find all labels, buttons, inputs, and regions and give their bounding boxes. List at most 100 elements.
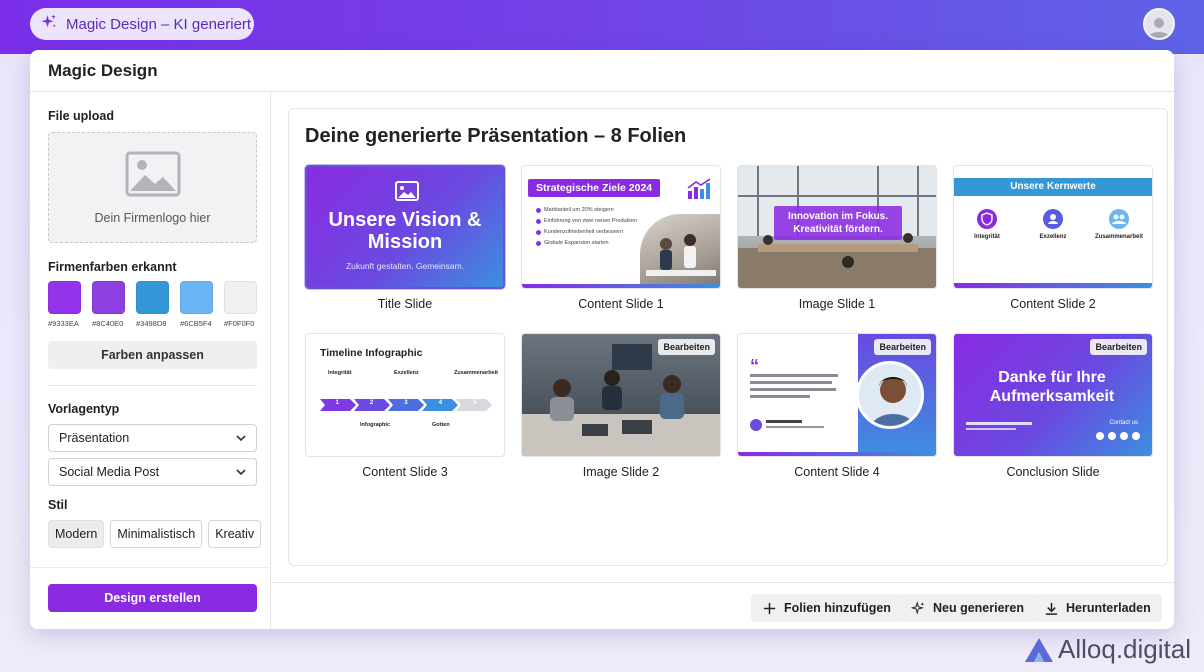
download-button[interactable]: Herunterladen — [1033, 594, 1162, 622]
chevron-down-icon — [236, 435, 246, 441]
slide-label: Conclusion Slide — [1006, 465, 1100, 479]
bullet-text: Globale Expansion starten — [544, 240, 609, 246]
file-upload-label: File upload — [48, 109, 114, 123]
timeline-number: 2 — [369, 400, 374, 406]
select-value: Präsentation — [59, 431, 130, 445]
create-design-button[interactable]: Design erstellen — [48, 584, 257, 612]
color-swatches: #9333EA #8C40E0 #3498D8 #6CB5F4 #F0F0F0 — [48, 281, 257, 328]
plus-icon — [763, 602, 776, 614]
slide-label: Image Slide 2 — [582, 465, 660, 479]
slide-content-1[interactable]: Strategische Ziele 2024 Marktanteil um 2… — [521, 165, 721, 311]
brand-name: Alloq.digital — [1058, 634, 1191, 664]
sidebar: File upload Dein Firmenlogo hier Firmenf… — [30, 92, 271, 629]
regenerate-label: Neu generieren — [933, 601, 1025, 615]
style-label: Stil — [48, 498, 68, 512]
chevron-down-icon — [236, 469, 246, 475]
pill-label: Magic Design – KI generiert — [66, 15, 252, 33]
style-minimal-button[interactable]: Minimalistisch — [110, 520, 203, 548]
color-chip — [92, 281, 125, 314]
slide-image-1[interactable]: Innovation im Fokus. Kreativität fördern… — [737, 165, 937, 311]
slide-subheading: Zukunft gestalten. Gemeinsam. — [345, 261, 465, 271]
color-chip — [136, 281, 169, 314]
slide-title[interactable]: Unsere Vision & Mission Zukunft gestalte… — [305, 165, 505, 311]
adjust-colors-button[interactable]: Farben anpassen — [48, 341, 257, 369]
slide-conclusion[interactable]: Danke für Ihre Aufmerksamkeit Contact us… — [953, 333, 1153, 479]
color-swatch[interactable]: #8C40E0 — [92, 281, 125, 328]
slide-label: Content Slide 2 — [1010, 297, 1096, 311]
color-swatch[interactable]: #6CB5F4 — [180, 281, 213, 328]
color-swatch[interactable]: #F0F0F0 — [224, 281, 257, 328]
template-select-social[interactable]: Social Media Post — [48, 458, 257, 486]
slide-label: Content Slide 4 — [794, 465, 880, 479]
timeline-step: Exzellenz — [394, 370, 419, 376]
upload-placeholder-text: Dein Firmenlogo hier — [94, 210, 211, 225]
slide-label: Image Slide 1 — [798, 297, 876, 311]
user-avatar[interactable] — [1143, 8, 1175, 40]
image-icon — [395, 181, 419, 201]
slide-content-4[interactable]: “ Bearbeiten Content Slide 4 — [737, 333, 937, 479]
timeline-step: Integrität — [328, 370, 352, 376]
brand-mark-icon — [1025, 637, 1053, 662]
regenerate-button[interactable]: Neu generieren — [900, 594, 1036, 622]
team-icon — [1043, 209, 1063, 229]
color-swatch[interactable]: #3498D8 — [136, 281, 169, 328]
timeline-number: 3 — [404, 400, 408, 406]
timeline-number: 5 — [473, 400, 477, 406]
color-chip — [48, 281, 81, 314]
author-avatar — [750, 419, 762, 431]
user-icon — [1148, 18, 1170, 38]
growth-chart-icon — [687, 178, 711, 199]
social-icons — [1096, 432, 1140, 440]
slide-heading: Timeline Infographic — [320, 347, 423, 359]
timeline-numbers: 1 2 3 4 5 — [320, 400, 492, 406]
timeline-step: Zusammenarbeit — [454, 370, 499, 376]
slide-heading: Unsere Kernwerte — [954, 178, 1152, 196]
add-slides-label: Folien hinzufügen — [784, 601, 891, 615]
slide-thumbnail: Innovation im Fokus. Kreativität fördern… — [737, 165, 937, 289]
edit-badge[interactable]: Bearbeiten — [874, 339, 931, 355]
presentation-title: Deine generierte Präsentation – 8 Folien — [305, 125, 687, 147]
add-slides-button[interactable]: Folien hinzufügen — [751, 594, 902, 622]
slide-label: Title Slide — [377, 297, 433, 311]
bullet-text: Einführung von zwei neuen Produkten — [544, 218, 637, 224]
twitter-icon — [1132, 432, 1140, 440]
action-footer: Folien hinzufügen Neu generieren Herunte… — [271, 582, 1174, 629]
contact-text-lines — [966, 422, 1032, 430]
slide-content-2[interactable]: Unsere Kernwerte Integrität Exzellenz Zu… — [953, 165, 1153, 311]
magic-design-pill[interactable]: Magic Design – KI generiert — [30, 8, 254, 40]
color-hex: #6CB5F4 — [180, 319, 212, 328]
color-hex: #9333EA — [48, 319, 79, 328]
slide-thumbnail: Timeline Infographic Integrität Exzellen… — [305, 333, 505, 457]
testimonial-text-lines — [750, 374, 838, 398]
person-photo — [856, 361, 924, 429]
color-hex: #8C40E0 — [92, 319, 124, 328]
style-creative-button[interactable]: Kreativ — [208, 520, 262, 548]
presentation-panel: Deine generierte Präsentation – 8 Folien… — [288, 108, 1168, 566]
slide-thumbnail: Strategische Ziele 2024 Marktanteil um 2… — [521, 165, 721, 289]
author-text-lines — [766, 420, 824, 428]
slide-heading: Strategische Ziele 2024 — [528, 179, 661, 197]
sparkle-icon — [911, 600, 925, 615]
slide-image-2[interactable]: Bearbeiten Image Slide 2 — [521, 333, 721, 479]
style-modern-button[interactable]: Modern — [48, 520, 105, 548]
bullet-text: Kundenzufriedenheit verbessern — [544, 229, 624, 235]
timeline-step: Gotten — [432, 422, 450, 428]
color-chip — [180, 281, 213, 314]
logo-upload-dropzone[interactable]: Dein Firmenlogo hier — [48, 132, 257, 243]
color-hex: #3498D8 — [136, 319, 167, 328]
slide-content-3[interactable]: Timeline Infographic Integrität Exzellen… — [305, 333, 505, 479]
slide-heading: Unsere Vision & Mission — [328, 209, 482, 253]
shield-icon — [977, 209, 997, 229]
color-swatch[interactable]: #9333EA — [48, 281, 81, 328]
sidebar-divider — [48, 385, 257, 386]
color-hex: #F0F0F0 — [224, 319, 255, 328]
edit-badge[interactable]: Bearbeiten — [1090, 339, 1147, 355]
edit-badge[interactable]: Bearbeiten — [658, 339, 715, 355]
contact-label: Contact us — [1109, 420, 1138, 426]
window-title: Magic Design — [30, 50, 1174, 92]
slide-thumbnail: Unsere Kernwerte Integrität Exzellenz Zu… — [953, 165, 1153, 289]
slide-label: Content Slide 3 — [362, 465, 448, 479]
office-photo — [640, 214, 720, 288]
template-select-presentation[interactable]: Präsentation — [48, 424, 257, 452]
slide-overlay-text: Innovation im Fokus. Kreativität fördern… — [774, 206, 902, 240]
